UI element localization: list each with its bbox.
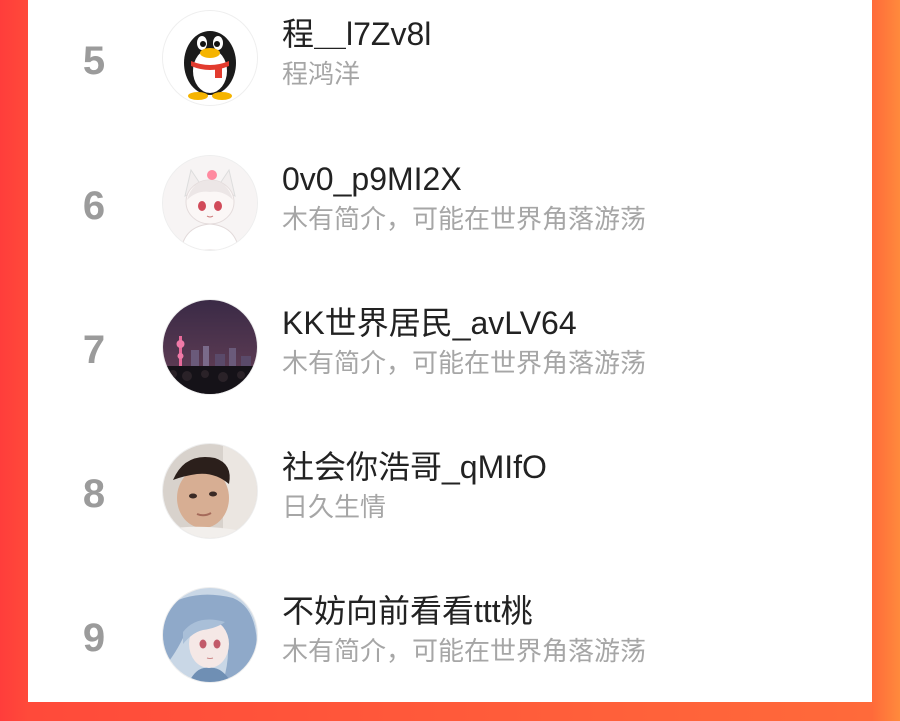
user-bio: 程鸿洋 — [282, 59, 361, 89]
user-bio: 木有简介，可能在世界角落游荡 — [282, 204, 647, 234]
list-item[interactable]: 9 不妨向前看看ttt桃 木有简介，可能在世界角落游荡 — [28, 577, 872, 721]
list-item[interactable]: 6 0v0_p9MI2X 木有简介，可能在世界角落游荡 — [28, 145, 872, 289]
rank-number: 7 — [82, 328, 106, 372]
rank-number: 9 — [82, 616, 106, 660]
rank-number: 5 — [82, 39, 106, 83]
user-name[interactable]: 社会你浩哥_qMIfO — [282, 447, 547, 487]
city-night-skyline-avatar[interactable] — [162, 299, 258, 395]
user-bio: 木有简介，可能在世界角落游荡 — [282, 636, 647, 666]
list-item[interactable]: 5 程＿l7Zv8l 程鸿洋 — [28, 0, 872, 144]
anime-blue-hair-avatar[interactable] — [162, 587, 258, 683]
user-bio: 日久生情 — [282, 492, 387, 522]
penguin-avatar-icon[interactable] — [162, 10, 258, 106]
rank-number: 8 — [82, 472, 106, 516]
user-name[interactable]: 不妨向前看看ttt桃 — [282, 591, 533, 631]
selfie-photo-avatar[interactable] — [162, 443, 258, 539]
list-item[interactable]: 7 KK世界居民_avLV64 木有简介，可能在世界角落游荡 — [28, 289, 872, 433]
user-bio: 木有简介，可能在世界角落游荡 — [282, 348, 647, 378]
user-name[interactable]: KK世界居民_avLV64 — [282, 303, 577, 343]
rank-number: 6 — [82, 184, 106, 228]
anime-cat-girl-avatar[interactable] — [162, 155, 258, 251]
list-item[interactable]: 8 社会你浩哥_qMIfO 日久生情 — [28, 433, 872, 577]
user-name[interactable]: 程＿l7Zv8l — [282, 14, 431, 54]
ranking-list: 5 程＿l7Zv8l 程鸿洋 6 0v0_p9MI2X 木有简介，可能在世界角落… — [28, 0, 872, 702]
user-name[interactable]: 0v0_p9MI2X — [282, 159, 462, 199]
